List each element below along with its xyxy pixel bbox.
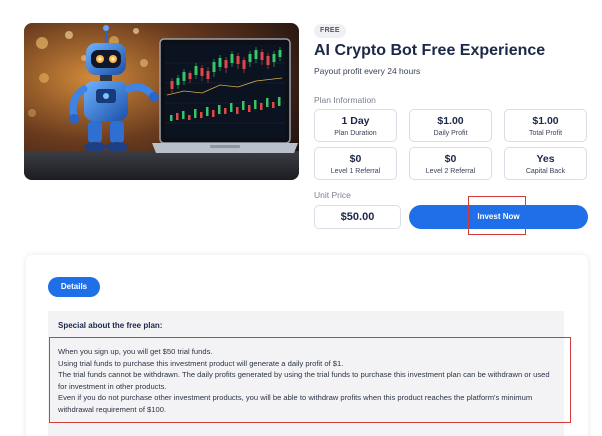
level2-referral-card: $0 Level 2 Referral bbox=[409, 147, 492, 180]
info-label: Level 1 Referral bbox=[330, 168, 381, 175]
info-label: Capital Back bbox=[525, 168, 566, 175]
product-subtitle: Payout profit every 24 hours bbox=[314, 66, 421, 76]
info-value: Yes bbox=[536, 153, 555, 165]
robot-laptop-illustration bbox=[24, 23, 299, 180]
plan-duration-card: 1 Day Plan Duration bbox=[314, 109, 397, 142]
info-label: Total Profit bbox=[528, 130, 563, 137]
info-label: Plan Duration bbox=[334, 130, 377, 137]
unit-price-label: Unit Price bbox=[314, 190, 351, 200]
info-value: $0 bbox=[444, 153, 457, 165]
info-label: Daily Profit bbox=[433, 130, 468, 137]
total-profit-card: $1.00 Total Profit bbox=[504, 109, 587, 142]
capital-back-card: Yes Capital Back bbox=[504, 147, 587, 180]
free-badge: FREE bbox=[314, 24, 346, 38]
info-value: 1 Day bbox=[341, 115, 370, 127]
special-plan-text: When you sign up, you will get $50 trial… bbox=[58, 346, 558, 416]
special-line: Even if you do not purchase other invest… bbox=[58, 393, 533, 414]
invest-now-button[interactable]: Invest Now bbox=[409, 205, 588, 229]
product-image bbox=[24, 23, 299, 180]
special-plan-title: Special about the free plan: bbox=[58, 321, 163, 330]
special-line: The trial funds cannot be withdrawn. The… bbox=[58, 370, 550, 391]
plan-info-label: Plan Information bbox=[314, 95, 376, 105]
special-line: Using trial funds to purchase this inves… bbox=[58, 358, 344, 368]
info-label: Level 2 Referral bbox=[425, 168, 476, 175]
level1-referral-card: $0 Level 1 Referral bbox=[314, 147, 397, 180]
special-line: When you sign up, you will get $50 trial… bbox=[58, 347, 213, 356]
plan-info-grid: 1 Day Plan Duration $1.00 Daily Profit $… bbox=[314, 109, 588, 180]
daily-profit-card: $1.00 Daily Profit bbox=[409, 109, 492, 142]
unit-price-value: $50.00 bbox=[314, 205, 401, 229]
info-value: $1.00 bbox=[532, 115, 559, 127]
info-value: $0 bbox=[349, 153, 362, 165]
info-value: $1.00 bbox=[437, 115, 464, 127]
product-title: AI Crypto Bot Free Experience bbox=[314, 42, 546, 59]
tab-details[interactable]: Details bbox=[48, 277, 100, 297]
